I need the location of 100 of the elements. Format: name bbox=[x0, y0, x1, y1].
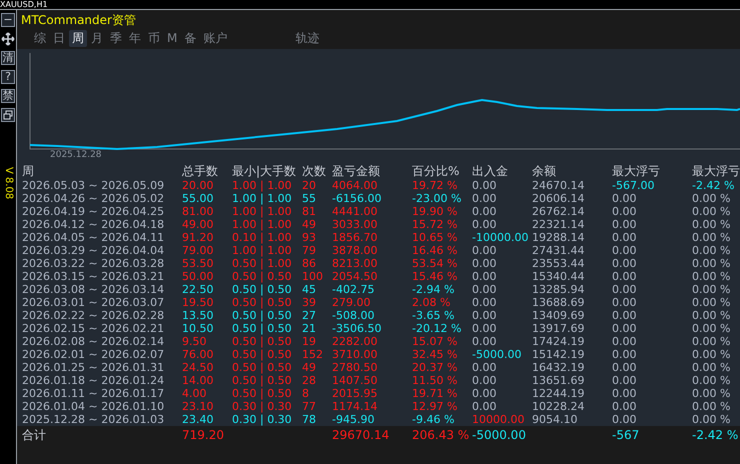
table-cell-text: 39 bbox=[302, 296, 317, 309]
table-cell-text: 27 bbox=[302, 309, 317, 322]
table-cell-text: -9.46 % bbox=[412, 413, 456, 426]
table-cell-text: -6156.00 bbox=[332, 192, 382, 205]
tab[interactable]: 币 bbox=[145, 30, 163, 47]
table-cell-text: 2282.00 bbox=[332, 335, 378, 348]
table-cell-text: 0.00 bbox=[472, 205, 498, 218]
table-cell-text: 2026.01.04 ~ 2026.01.10 bbox=[22, 400, 166, 413]
table-cell-text: 0.10 | 1.00 bbox=[232, 231, 293, 244]
table-cell-text: 76.00 bbox=[182, 348, 214, 361]
table-cell-text: -10000.00 bbox=[472, 231, 530, 244]
table-cell-text: 0.50 | 0.50 bbox=[232, 322, 293, 335]
table-cell-text: 21 bbox=[302, 322, 317, 335]
table-cell-text: -402.75 bbox=[332, 283, 376, 296]
toolbar-button[interactable]: − bbox=[1, 13, 15, 27]
table-cell-text: 55.00 bbox=[182, 192, 214, 205]
tab[interactable]: 备 bbox=[181, 30, 200, 47]
window-title: MTCommander资管 bbox=[21, 12, 137, 29]
table-cell-text: 15.72 % bbox=[412, 218, 458, 231]
table-cell-text: 27431.44 bbox=[532, 244, 586, 257]
table-cell-text: 2026.03.22 ~ 2026.03.28 bbox=[22, 257, 166, 270]
column-header: 最大浮亏 bbox=[612, 163, 661, 179]
tab[interactable]: 季 bbox=[107, 30, 125, 47]
table-cell-text: 15340.44 bbox=[532, 270, 586, 283]
table-cell-text: 20 bbox=[302, 179, 317, 192]
table-cell-text: 0.00 bbox=[612, 205, 638, 218]
table-cell-text: 2780.50 bbox=[332, 361, 378, 374]
tab[interactable]: 综 bbox=[31, 30, 49, 47]
table-cell-text: 0.50 | 0.50 bbox=[232, 270, 293, 283]
table-cell-text: 0.50 | 0.50 bbox=[232, 283, 293, 296]
table-cell-text: 12.97 % bbox=[412, 400, 458, 413]
table-cell-text: 49.00 bbox=[182, 218, 214, 231]
table-cell-text: 0.00 bbox=[612, 413, 638, 426]
table-cell-text: 0.00 bbox=[612, 257, 638, 270]
toolbar-button[interactable]: ? bbox=[1, 70, 15, 84]
table-cell-text: 45 bbox=[302, 283, 317, 296]
table-cell-text: 0.00 bbox=[472, 322, 498, 335]
tab[interactable]: 日 bbox=[50, 30, 68, 47]
table-cell-text: 9.50 bbox=[182, 335, 208, 348]
tab[interactable]: M bbox=[164, 30, 180, 47]
table-cell-text: 78 bbox=[302, 413, 317, 426]
table-cell-text: 152 bbox=[302, 348, 324, 361]
table-cell-text: 0.00 bbox=[612, 361, 638, 374]
table-cell-text: 1407.50 bbox=[332, 374, 378, 387]
toolbar-button[interactable]: 禁 bbox=[1, 89, 15, 103]
table-cell-text: 4.00 bbox=[182, 387, 208, 400]
table-cell-text: 9054.10 bbox=[532, 413, 578, 426]
tab[interactable]: 月 bbox=[88, 30, 106, 47]
table-cell-text: 0.00 bbox=[612, 400, 638, 413]
move-icon[interactable] bbox=[1, 32, 15, 46]
tab[interactable]: 轨迹 bbox=[292, 30, 322, 47]
table-cell-text: 0.00 bbox=[472, 335, 498, 348]
table-cell-text: -567 bbox=[612, 429, 640, 444]
toolbar-button[interactable]: 清 bbox=[1, 51, 15, 65]
table-cell-text: 0.00 bbox=[472, 283, 498, 296]
table-cell-text: 2026.03.01 ~ 2026.03.07 bbox=[22, 296, 166, 309]
tab[interactable]: 账户 bbox=[200, 30, 230, 47]
table-cell-text: -2.42 % bbox=[692, 179, 736, 192]
table-cell-text: 0.30 | 0.30 bbox=[232, 400, 293, 413]
table-cell-text: 0.00 % bbox=[692, 218, 732, 231]
table-cell-text: 23.40 bbox=[182, 413, 214, 426]
table-cell-text: 1.00 | 1.00 bbox=[232, 205, 293, 218]
table-cell-text: 28 bbox=[302, 374, 317, 387]
table-cell-text: 0.00 bbox=[472, 218, 498, 231]
table-cell-text: 49 bbox=[302, 218, 317, 231]
table-cell-text: 12244.19 bbox=[532, 387, 586, 400]
restore-icon[interactable] bbox=[1, 108, 15, 122]
table-cell-text: 49 bbox=[302, 361, 317, 374]
table-cell-text: 22321.14 bbox=[532, 218, 586, 231]
column-header: 次数 bbox=[302, 163, 327, 179]
table-cell-text: 3878.00 bbox=[332, 244, 378, 257]
column-header: 出入金 bbox=[472, 163, 509, 179]
table-cell-text: 10.65 % bbox=[412, 231, 458, 244]
table-cell-text: 0.50 | 0.50 bbox=[232, 348, 293, 361]
table-cell-text: 0.00 % bbox=[692, 374, 732, 387]
table-cell-text: 81.00 bbox=[182, 205, 214, 218]
table-cell-text: 0.00 % bbox=[692, 400, 732, 413]
table-cell-text: 0.00 bbox=[612, 374, 638, 387]
table-cell-text: 719.20 bbox=[182, 429, 225, 444]
table-cell-text: 19.71 % bbox=[412, 387, 458, 400]
table-cell-text: 0.00 % bbox=[692, 322, 732, 335]
table-cell-text: 0.00 bbox=[472, 179, 498, 192]
table-cell-text: 2015.95 bbox=[332, 387, 378, 400]
table-cell-text: 0.00 % bbox=[692, 296, 732, 309]
tab[interactable]: 周 bbox=[69, 30, 87, 47]
table-cell-text: 0.00 bbox=[612, 231, 638, 244]
table-cell-text: 0.00 bbox=[612, 218, 638, 231]
table-cell-text: 0.00 bbox=[472, 361, 498, 374]
column-header: 最小|大手数 bbox=[232, 163, 298, 179]
tab[interactable]: 年 bbox=[126, 30, 144, 47]
table-cell-text: -5000.00 bbox=[472, 348, 522, 361]
table-cell-text: 15.07 % bbox=[412, 335, 458, 348]
table-cell-text: 26762.14 bbox=[532, 205, 586, 218]
table-cell-text: 10228.24 bbox=[532, 400, 586, 413]
table-cell-text: 19.90 % bbox=[412, 205, 458, 218]
table-cell-text: 13285.94 bbox=[532, 283, 586, 296]
table-cell-text: -945.90 bbox=[332, 413, 376, 426]
column-header: 百分比% bbox=[412, 163, 460, 179]
table-cell-text: 2026.03.29 ~ 2026.04.04 bbox=[22, 244, 166, 257]
column-header: 最大浮亏 bbox=[692, 163, 740, 179]
